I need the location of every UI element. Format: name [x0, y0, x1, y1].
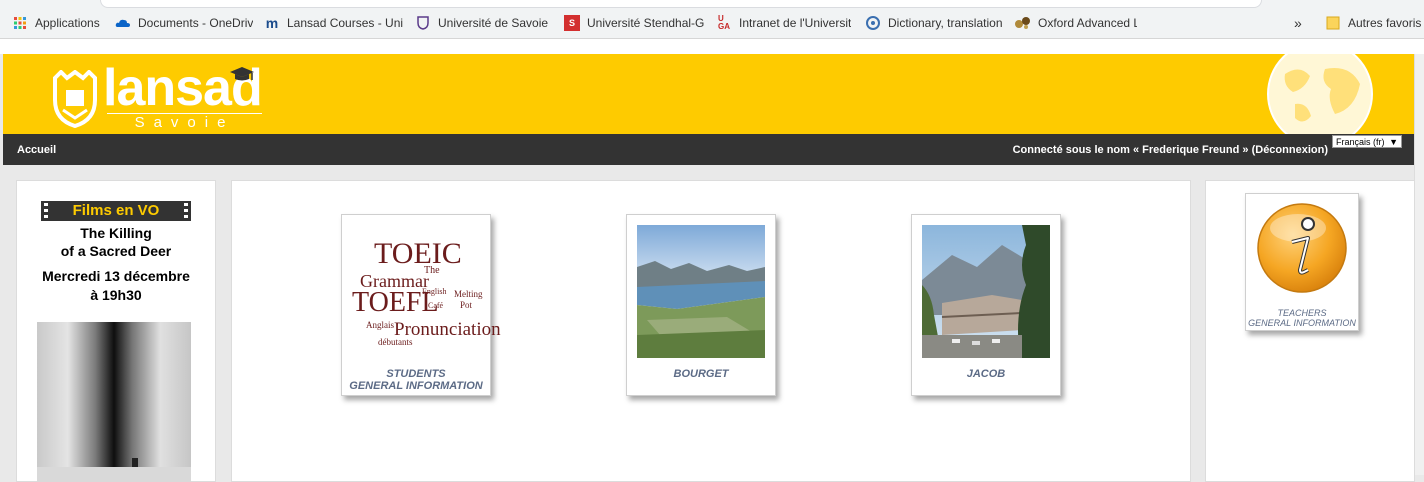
bookmarks-bar: Applications Documents - OneDriv m Lansad…: [0, 8, 1424, 39]
page-top-gap: [0, 39, 1424, 54]
logo-subtitle: Savoie: [107, 113, 262, 131]
page-scrollbar[interactable]: [1414, 54, 1424, 475]
teachers-card[interactable]: TEACHERS GENERAL INFORMATION: [1245, 193, 1359, 331]
bourget-caption: BOURGET: [673, 368, 729, 380]
browser-toolbar: [0, 0, 1424, 8]
bookmark-universite-savoie[interactable]: Université de Savoie:: [415, 14, 549, 32]
jacob-caption: JACOB: [966, 368, 1006, 380]
address-bar[interactable]: [100, 0, 1262, 8]
film-date-line2: à 19h30: [90, 287, 142, 303]
university-crest-icon: [415, 15, 431, 31]
shield-icon: [53, 70, 97, 128]
film-poster[interactable]: [37, 322, 191, 482]
oxford-icon: [1015, 15, 1031, 31]
moodle-icon: m: [265, 15, 279, 31]
language-select[interactable]: Français (fr) ▼: [1332, 135, 1402, 148]
site-header: lansad Savoie: [3, 54, 1421, 134]
bookmark-onedrive[interactable]: Documents - OneDriv: [115, 14, 255, 32]
home-link[interactable]: Accueil: [17, 144, 56, 156]
bourget-lake-photo: [637, 225, 765, 358]
info-icon: [1257, 203, 1347, 293]
bookmark-intranet[interactable]: U GA Intranet de l'Universit: [716, 14, 852, 32]
film-date-line1: Mercredi 13 décembre: [42, 268, 190, 284]
bookmark-stendhal[interactable]: S Université Stendhal-G: [564, 14, 706, 32]
jacob-card[interactable]: JACOB: [911, 214, 1061, 396]
apps-grid-icon: [12, 15, 28, 31]
teachers-caption-line1: TEACHERS: [1277, 308, 1327, 318]
students-wordcloud-image: TOEIC Grammar The English Café Melting P…: [352, 237, 501, 347]
bookmark-applications[interactable]: Applications: [12, 14, 107, 32]
nav-bar: Accueil Connecté sous le nom « Frederiqu…: [3, 134, 1414, 165]
film-title-line1: The Killing: [80, 225, 152, 241]
bookmark-lansad-courses[interactable]: m Lansad Courses - Uni: [264, 14, 408, 32]
folder-icon: [1325, 15, 1341, 31]
bookmarks-overflow-button[interactable]: »: [1294, 14, 1308, 32]
students-caption-line2: GENERAL INFORMATION: [349, 380, 483, 392]
bookmark-other-favorites[interactable]: Autres favoris: [1325, 14, 1424, 32]
lansad-logo[interactable]: lansad Savoie: [51, 59, 281, 131]
teachers-caption-line2: GENERAL INFORMATION: [1248, 318, 1356, 328]
graduation-cap-icon: [230, 67, 254, 81]
logout-link[interactable]: Déconnexion: [1255, 144, 1324, 156]
bookmark-dictionary[interactable]: Dictionary, translation: [865, 14, 1002, 32]
students-caption-line1: STUDENTS: [386, 368, 446, 380]
bookmark-oxford[interactable]: Oxford Advanced Lea: [1015, 14, 1137, 32]
wordreference-icon: [865, 15, 881, 31]
stendhal-icon: S: [564, 15, 580, 31]
left-sidebar: Films en VO The Killing of a Sacred Deer…: [16, 180, 216, 482]
login-info: Connecté sous le nom « Frederique Freund…: [1012, 144, 1328, 156]
onedrive-cloud-icon: [115, 15, 131, 31]
film-title-line2: of a Sacred Deer: [60, 243, 172, 259]
user-profile-link[interactable]: Frederique Freund: [1142, 144, 1239, 156]
uga-icon: U GA: [718, 14, 730, 31]
globe-icon: [1267, 54, 1373, 134]
students-card[interactable]: TOEIC Grammar The English Café Melting P…: [341, 214, 501, 396]
dropdown-arrow-icon: ▼: [1389, 136, 1398, 147]
films-banner: Films en VO: [41, 201, 191, 221]
jacob-campus-photo: [922, 225, 1050, 358]
bourget-card[interactable]: BOURGET: [626, 214, 776, 396]
